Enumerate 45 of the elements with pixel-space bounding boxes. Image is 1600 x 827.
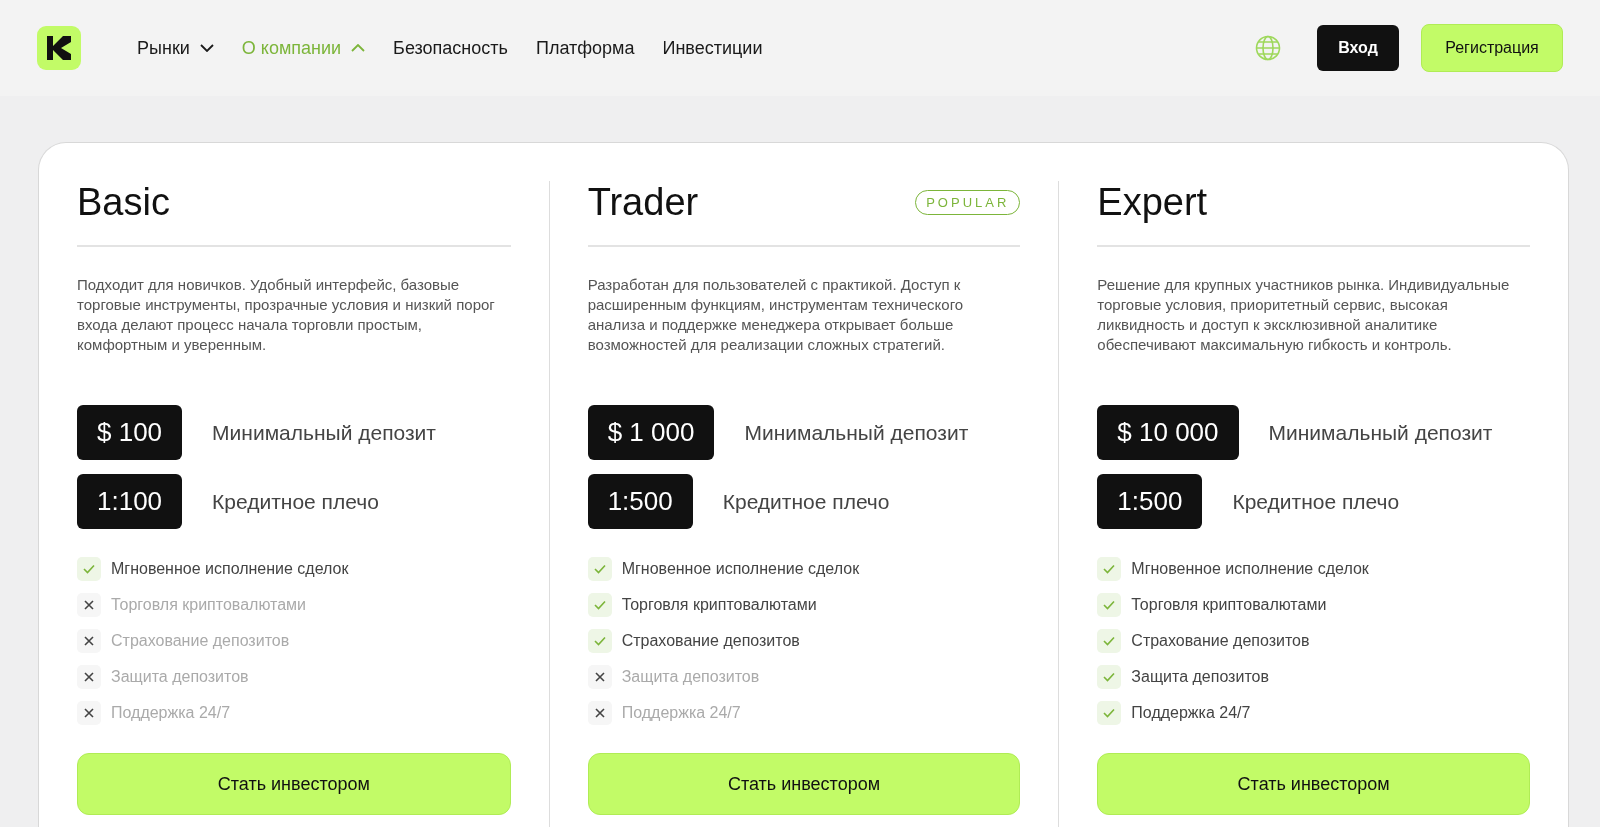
feature-label: Поддержка 24/7 <box>621 704 741 722</box>
leverage-label: Кредитное плечо <box>722 489 890 514</box>
chevron-down-icon <box>199 44 214 52</box>
become-investor-button[interactable]: Стать инвестором <box>77 753 511 815</box>
plan-description: Разработан для пользователей с практикой. Доступ к расширенным функциям, инструментам технического анализа и поддержке менеджера открывает больше возможностей для реализации сложных стратегий. <box>587 275 965 355</box>
feature-label: Поддержка 24/7 <box>1131 704 1251 722</box>
nav-link[interactable]: Рынки <box>137 37 214 59</box>
deposit-label: Минимальный депозит <box>744 420 969 445</box>
feature-label: Страхование депозитов <box>621 632 800 650</box>
feature-label: Торговля криптовалютами <box>621 596 817 614</box>
nav-link[interactable]: Безопасность <box>393 37 508 59</box>
plan-title: Trader <box>587 180 699 224</box>
leverage-value: 1:500 <box>587 474 693 529</box>
deposit-amount: $ 1 000 <box>587 405 715 460</box>
deposit-label: Минимальный депозит <box>1268 420 1493 445</box>
feature-label: Страхование депозитов <box>1131 632 1310 650</box>
plan-title: Basic <box>77 180 170 224</box>
become-investor-button[interactable]: Стать инвестором <box>1097 753 1530 815</box>
plan-description: Решение для крупных участников рынка. Индивидуальные торговые условия, приоритетный сервис, высокая ликвидность и доступ к эксклюзивной аналитике обеспечивают максимальную гибкость и контроль. <box>1097 275 1511 355</box>
nav-link[interactable]: Инвестиции <box>662 37 763 59</box>
feature-label: Защита депозитов <box>621 668 760 686</box>
plan-description: Подходит для новичков. Удобный интерфейс, базовые торговые инструменты, прозрачные условия и низкий порог входа делают процесс начала торговли простым, комфортным и уверенным. <box>77 275 496 355</box>
feature-label: Торговля криптовалютами <box>111 596 306 614</box>
leverage-label: Кредитное плечо <box>212 489 379 514</box>
feature-label: Поддержка 24/7 <box>111 704 231 722</box>
feature-label: Мгновенное исполнение сделок <box>621 560 860 578</box>
deposit-amount: $ 10 000 <box>1097 405 1239 460</box>
plan-title: Expert <box>1097 180 1208 224</box>
feature-label: Мгновенное исполнение сделок <box>1131 560 1369 578</box>
feature-label: Защита депозитов <box>1131 668 1269 686</box>
register-button[interactable]: Регистрация <box>1421 24 1563 72</box>
logo-icon[interactable] <box>37 26 81 70</box>
leverage-value: 1:500 <box>1097 474 1203 529</box>
login-button[interactable]: Вход <box>1317 25 1399 71</box>
feature-label: Страхование депозитов <box>111 632 290 650</box>
feature-label: Защита депозитов <box>111 668 249 686</box>
leverage-label: Кредитное плечо <box>1232 489 1400 514</box>
deposit-amount: $ 100 <box>77 405 183 460</box>
feature-label: Мгновенное исполнение сделок <box>111 560 349 578</box>
become-investor-button[interactable]: Стать инвестором <box>587 753 1021 815</box>
feature-label: Торговля криптовалютами <box>1131 596 1327 614</box>
chevron-up-icon <box>351 44 366 52</box>
nav-link[interactable]: Платформа <box>535 37 635 59</box>
deposit-label: Минимальный депозит <box>212 420 436 445</box>
leverage-value: 1:100 <box>77 474 183 529</box>
